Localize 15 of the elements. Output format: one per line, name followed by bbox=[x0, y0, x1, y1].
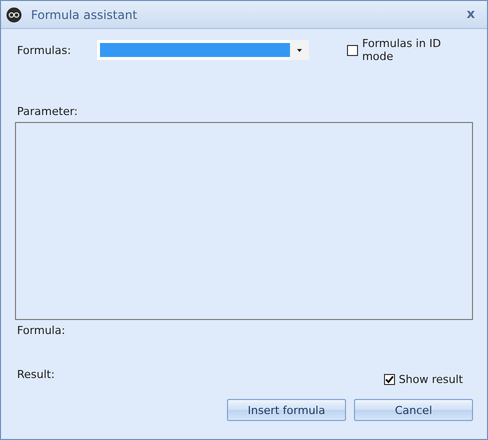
formula-label: Formula: bbox=[17, 324, 66, 337]
checkbox[interactable] bbox=[384, 374, 395, 385]
window-title: Formula assistant bbox=[31, 8, 138, 22]
parameter-label: Parameter: bbox=[17, 105, 79, 118]
checkbox[interactable] bbox=[347, 44, 358, 56]
formulas-dropdown[interactable] bbox=[97, 40, 310, 60]
dialog-button[interactable]: Cancel bbox=[354, 399, 473, 421]
close-button[interactable]: x bbox=[460, 7, 481, 22]
show-result-label: Show result bbox=[398, 373, 463, 386]
dialog-button[interactable]: Insert formula bbox=[227, 399, 346, 421]
dropdown-arrow-icon bbox=[297, 48, 302, 52]
formulas-label: Formulas: bbox=[17, 44, 72, 56]
result-label: Result: bbox=[17, 368, 55, 381]
app-logo-icon bbox=[6, 6, 22, 22]
id-mode-label: Formulas in ID mode bbox=[362, 37, 442, 63]
